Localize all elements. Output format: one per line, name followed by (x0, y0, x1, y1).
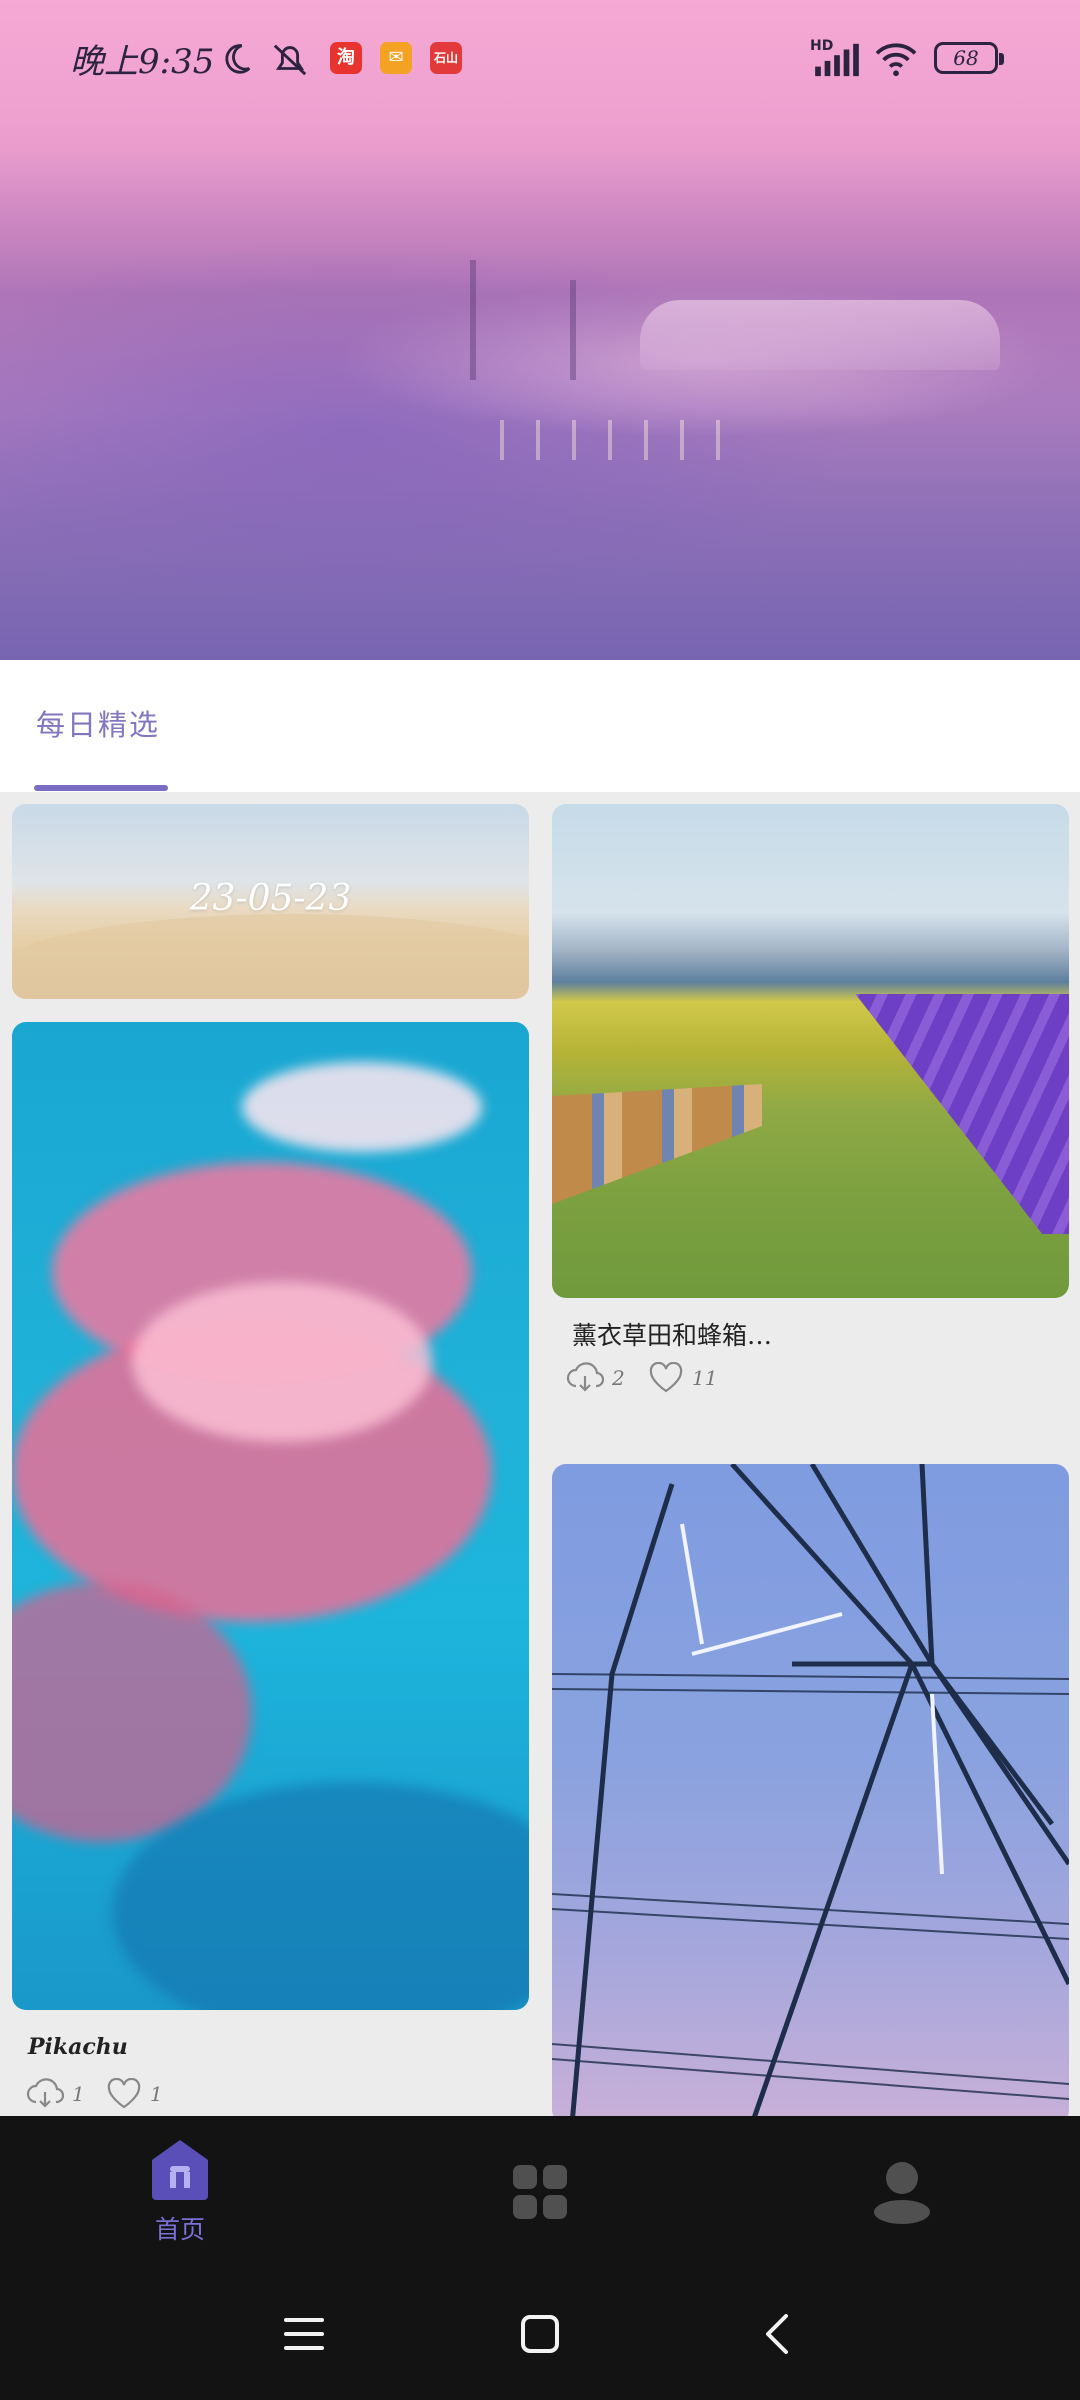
profile-icon (874, 2162, 930, 2224)
wallpaper-card-image[interactable] (552, 804, 1069, 1298)
download-cloud-icon (26, 2078, 64, 2108)
home-icon (152, 2140, 208, 2200)
like-count[interactable]: 1 (106, 2078, 163, 2110)
nav-home-label: 首页 (154, 2215, 205, 2244)
wifi-icon (875, 43, 917, 77)
mute-icon (273, 44, 307, 76)
wallpaper-card-image[interactable] (12, 1022, 529, 2010)
wallpaper-card-image[interactable] (552, 1464, 1069, 2124)
nav-profile[interactable] (862, 2156, 942, 2232)
like-count-value: 11 (692, 1366, 718, 1390)
signal-icon (815, 43, 859, 77)
mail-app-icon: ✉ (380, 42, 412, 74)
status-bar: 晚上9:35 淘 ✉ 石山 HD 68 (0, 0, 1080, 120)
battery-icon: 68 (934, 42, 1004, 74)
like-count[interactable]: 11 (648, 1362, 717, 1394)
tab-indicator (34, 785, 168, 791)
menu-icon[interactable] (282, 2314, 326, 2354)
status-time: 晚上9:35 (70, 42, 215, 82)
like-count-value: 1 (150, 2082, 163, 2106)
date-header-card[interactable]: 23-05-23 (12, 804, 529, 999)
tab-bar (0, 660, 1080, 792)
wallpaper-title: 薰衣草田和蜂箱… (572, 1321, 773, 1350)
download-cloud-icon (566, 1362, 604, 1392)
calendar-app-icon: 石山 (430, 42, 462, 74)
wallpaper-title: Pikachu (28, 2034, 128, 2060)
back-icon[interactable] (762, 2312, 792, 2356)
tab-daily-picks[interactable]: 每日精选 (36, 702, 160, 744)
moon-icon (225, 44, 251, 74)
download-count[interactable]: 2 (566, 1362, 625, 1394)
category-icon (513, 2165, 567, 2219)
date-label: 23-05-23 (189, 878, 352, 919)
home-square-icon[interactable] (520, 2314, 560, 2354)
nav-category[interactable] (504, 2160, 576, 2232)
download-count-value: 2 (612, 1366, 625, 1390)
download-count-value: 1 (72, 2082, 85, 2106)
download-count[interactable]: 1 (26, 2078, 85, 2110)
taobao-app-icon: 淘 (330, 42, 362, 74)
heart-icon (649, 1362, 683, 1393)
heart-icon (107, 2078, 141, 2109)
